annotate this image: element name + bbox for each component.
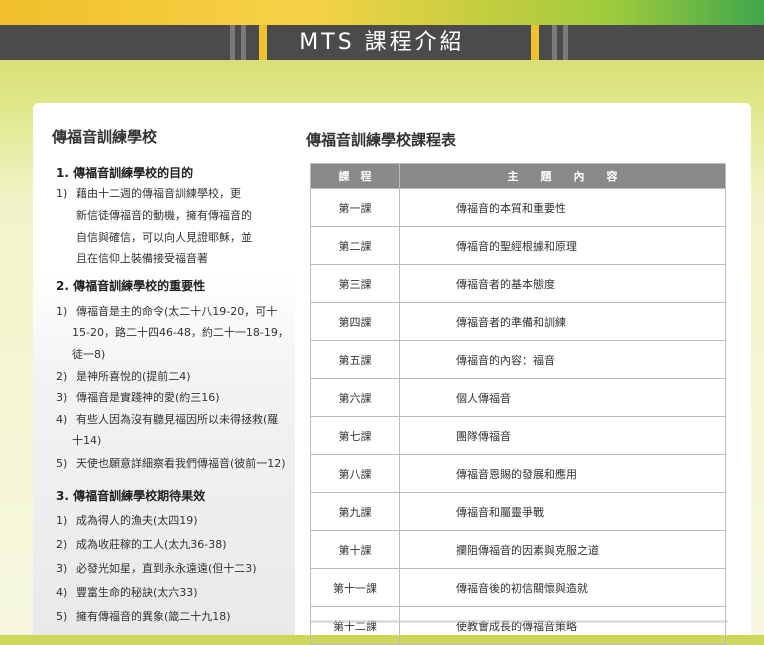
item-line: 天使也願意詳細察看我們傳福音(彼前一12): [76, 457, 286, 470]
item-number: 1): [56, 514, 68, 527]
lesson-cell: 第六課: [310, 378, 400, 417]
item-text: 豐富生命的秘訣(太六33): [76, 586, 198, 599]
importance-item: 5) 天使也願意詳細察看我們傳福音(彼前一12): [56, 453, 286, 475]
table-header-row: 課 程 主 題 內 容: [310, 163, 726, 189]
results-item: 4) 豐富生命的秘訣(太六33): [56, 582, 198, 604]
item-number: 5): [56, 457, 68, 470]
topic-cell: 傳福音後的初信關懷與造就: [399, 568, 726, 607]
table-row: 第五課 傳福音的內容：福音: [310, 340, 726, 379]
item-number: 2): [56, 370, 68, 383]
item-number: 5): [56, 610, 68, 623]
table-row: 第七課 團隊傳福音: [310, 416, 726, 455]
item-text: 必發光如星，直到永永遠遠(但十二3): [76, 562, 257, 575]
item-line: 自信與確信，可以向人見證耶穌，並: [76, 231, 252, 244]
table-row: 第二課 傳福音的聖經根據和原理: [310, 226, 726, 265]
lesson-cell: 第一課: [310, 188, 400, 227]
item-line: 是神所喜悅的(提前二4): [76, 370, 191, 383]
table-header-topic: 主 題 內 容: [399, 163, 726, 189]
table-header-lesson: 課 程: [310, 163, 400, 189]
item-number: 3): [56, 391, 68, 404]
table-row: 第十二課 使教會成長的傳福音策略: [310, 606, 726, 645]
item-line: 徒一8): [72, 348, 106, 361]
item-number: 4): [56, 586, 68, 599]
topic-cell: 傳福音恩賜的發展和應用: [399, 454, 726, 493]
topic-cell: 個人傳福音: [399, 378, 726, 417]
right-section-title: 傳福音訓練學校課程表: [306, 131, 457, 149]
topic-cell: 攔阻傳福音的因素與克服之道: [399, 530, 726, 569]
results-item: 3) 必發光如星，直到永永遠遠(但十二3): [56, 558, 257, 580]
lesson-cell: 第七課: [310, 416, 400, 455]
item-line: 15-20，路二十四46-48，約二十一18-19，: [72, 326, 289, 339]
results-item: 2) 成為收莊稼的工人(太九36-38): [56, 534, 227, 556]
importance-item: 4) 有些人因為沒有聽見福因所以未得拯救(羅: [56, 409, 278, 431]
lesson-cell: 第十二課: [310, 606, 400, 645]
item-line: 有些人因為沒有聽見福因所以未得拯救(羅: [76, 413, 279, 426]
topic-cell: 傳福音者的基本態度: [399, 264, 726, 303]
table-row: 第九課 傳福音和屬靈爭戰: [310, 492, 726, 531]
table-row: 第一課 傳福音的本質和重要性: [310, 188, 726, 227]
importance-item: 2) 是神所喜悅的(提前二4): [56, 366, 191, 388]
lesson-cell: 第十一課: [310, 568, 400, 607]
topic-cell: 團隊傳福音: [399, 416, 726, 455]
lesson-cell: 第八課: [310, 454, 400, 493]
course-table: 課 程 主 題 內 容 第一課 傳福音的本質和重要性 第二課 傳福音的聖經根據和原理…: [310, 163, 726, 645]
purpose-item: 1) 藉由十二週的傳福音訓練學校，更: [56, 183, 241, 205]
topic-cell: 傳福音的本質和重要性: [399, 188, 726, 227]
lesson-cell: 第三課: [310, 264, 400, 303]
item-text: 擁有傳福音的異象(箴二十九18): [76, 610, 231, 623]
topic-cell: 傳福音和屬靈爭戰: [399, 492, 726, 531]
results-item: 5) 擁有傳福音的異象(箴二十九18): [56, 606, 231, 628]
lesson-cell: 第五課: [310, 340, 400, 379]
top-color-strip: [0, 0, 764, 25]
importance-heading: 2. 傳福音訓練學校的重要性: [56, 279, 206, 293]
topic-cell: 使教會成長的傳福音策略: [399, 606, 726, 645]
topic-cell: 傳福音者的準備和訓練: [399, 302, 726, 341]
topic-cell: 傳福音的內容：福音: [399, 340, 726, 379]
table-row: 第六課 個人傳福音: [310, 378, 726, 417]
item-number: 3): [56, 562, 68, 575]
item-number: 1): [56, 187, 68, 200]
item-line: 傳福音是主的命令(太二十八19-20，可十: [76, 305, 278, 318]
importance-item: 1) 傳福音是主的命令(太二十八19-20，可十: [56, 301, 277, 323]
left-section-title: 傳福音訓練學校: [52, 128, 158, 146]
table-row: 第十課 攔阻傳福音的因素與克服之道: [310, 530, 726, 569]
item-number: 2): [56, 538, 68, 551]
item-number: 4): [56, 413, 68, 426]
item-line: 傳福音是實踐神的愛(約三16): [76, 391, 220, 404]
lesson-cell: 第四課: [310, 302, 400, 341]
results-heading: 3. 傳福音訓練學校期待果效: [56, 489, 206, 503]
purpose-heading: 1. 傳福音訓練學校的目的: [56, 166, 194, 180]
item-line: 藉由十二週的傳福音訓練學校，更: [76, 187, 241, 200]
table-row: 第三課 傳福音者的基本態度: [310, 264, 726, 303]
title-bar: MTS 課程介紹: [0, 25, 764, 60]
table-shadow: [310, 620, 728, 623]
table-row: 第十一課 傳福音後的初信關懷與造就: [310, 568, 726, 607]
table-row: 第八課 傳福音恩賜的發展和應用: [310, 454, 726, 493]
item-line: 十14): [72, 434, 102, 447]
topic-cell: 傳福音的聖經根據和原理: [399, 226, 726, 265]
results-item: 1) 成為得人的漁夫(太四19): [56, 510, 198, 532]
page-title: MTS 課程介紹: [299, 30, 465, 55]
item-line: 且在信仰上裝備接受福音著: [76, 252, 208, 265]
table-row: 第四課 傳福音者的準備和訓練: [310, 302, 726, 341]
importance-item: 3) 傳福音是實踐神的愛(約三16): [56, 387, 220, 409]
item-number: 1): [56, 305, 68, 318]
lesson-cell: 第十課: [310, 530, 400, 569]
lesson-cell: 第二課: [310, 226, 400, 265]
item-line: 新信徒傳福音的動機，擁有傳福音的: [76, 209, 252, 222]
item-text: 成為收莊稼的工人(太九36-38): [76, 538, 227, 551]
item-text: 成為得人的漁夫(太四19): [76, 514, 198, 527]
lesson-cell: 第九課: [310, 492, 400, 531]
